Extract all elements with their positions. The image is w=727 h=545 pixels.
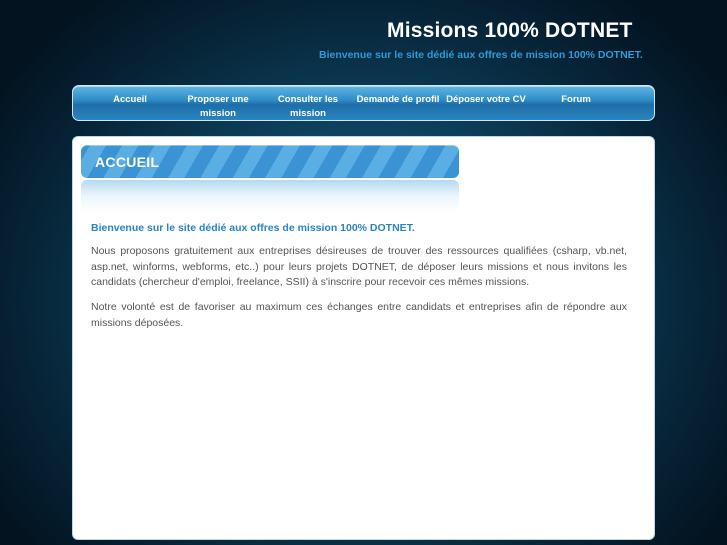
nav-item-demande-profil[interactable]: Demande de profil xyxy=(354,93,442,107)
page-heading-bar: ACCUEIL xyxy=(81,145,459,178)
nav-item-proposer-mission[interactable]: Proposer une mission xyxy=(183,93,253,121)
welcome-text: Bienvenue sur le site dédié aux offres d… xyxy=(91,222,415,234)
nav-item-deposer-cv[interactable]: Déposer votre CV xyxy=(443,93,529,107)
nav-item-consulter-missions[interactable]: Consulter les mission xyxy=(273,93,343,121)
description-paragraph: Nous proposons gratuitement aux entrepri… xyxy=(91,245,627,288)
nav-item-accueil[interactable]: Accueil xyxy=(105,93,155,107)
goal-paragraph: Notre volonté est de favoriser au maximu… xyxy=(91,301,627,329)
nav-item-forum[interactable]: Forum xyxy=(551,93,601,107)
page-title: ACCUEIL xyxy=(95,154,160,170)
heading-reflection xyxy=(81,180,459,212)
site-title: Missions 100% DOTNET xyxy=(387,19,633,42)
content-panel: ACCUEIL Bienvenue sur le site dédié aux … xyxy=(72,136,655,540)
site-subtitle: Bienvenue sur le site dédié aux offres d… xyxy=(319,49,643,61)
main-navigation: Accueil Proposer une mission Consulter l… xyxy=(72,85,655,121)
